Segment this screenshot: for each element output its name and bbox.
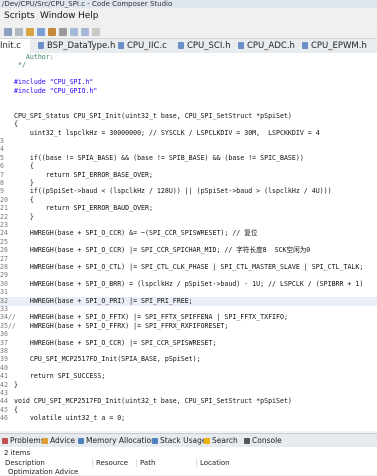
build-icon[interactable] <box>26 28 34 36</box>
new-icon[interactable] <box>4 28 12 36</box>
panel-tab-search[interactable]: Search <box>204 436 238 445</box>
column-location[interactable]: Location <box>196 459 230 467</box>
back-icon[interactable] <box>70 28 78 36</box>
panel-tab-label: Problems <box>10 436 45 445</box>
panel-tab-console[interactable]: Console <box>244 436 282 445</box>
header-file-icon <box>302 42 308 49</box>
search-icon[interactable] <box>59 28 67 36</box>
menu-help[interactable]: Help <box>78 11 99 21</box>
window-title: /Dev/CPU/Src/CPU_SPI.c - Code Composer S… <box>0 0 377 8</box>
header-file-icon <box>178 42 184 49</box>
panel-tab-label: Stack Usage <box>160 436 207 445</box>
dropdown-icon[interactable] <box>92 28 100 36</box>
advice-icon <box>42 438 48 444</box>
panel-tab-label: Advice <box>50 436 76 445</box>
code-editor[interactable]: Author: */#include "CPU_SPI.h" #include "… <box>0 53 377 431</box>
panel-tab-stack-usage[interactable]: Stack Usage <box>152 436 207 445</box>
menu-scripts[interactable]: Scripts <box>4 11 35 21</box>
tab-init-c[interactable]: Init.c <box>0 39 30 53</box>
panel-tab-problems[interactable]: Problems <box>2 436 45 445</box>
editor-tabs: Init.c BSP_DataType.h CPU_IIC.c CPU_SCI.… <box>0 39 377 54</box>
line-number: 46 <box>0 414 8 423</box>
header-file-icon <box>238 42 244 49</box>
tab-bsp-datatype-h[interactable]: BSP_DataType.h <box>38 39 115 53</box>
panel-tab-memory-allocation[interactable]: Memory Allocation <box>78 436 156 445</box>
stack-usage-icon <box>152 438 158 444</box>
line-code: volatile uint32_t a = 0; <box>14 414 126 423</box>
code-line[interactable]: 46 volatile uint32_t a = 0; <box>0 414 377 424</box>
panel-tab-label: Memory Allocation <box>86 436 156 445</box>
problems-icon <box>2 438 8 444</box>
panel-tab-label: Search <box>212 436 238 445</box>
menu-bar: Scripts Window Help <box>0 8 377 26</box>
problems-panel: 2 items Description Resource Path Locati… <box>0 447 377 476</box>
panel-tab-advice[interactable]: Advice <box>42 436 75 445</box>
debug-icon[interactable] <box>37 28 45 36</box>
save-icon[interactable] <box>15 28 23 36</box>
bottom-panel-tabs: Problems Advice Memory Allocation Stack Usa… <box>0 433 377 447</box>
panel-tab-label: Console <box>252 436 282 445</box>
tab-cpu-epwm-h[interactable]: CPU_EPWM.h <box>302 39 374 53</box>
column-description[interactable]: Description <box>2 459 45 467</box>
menu-window[interactable]: Window <box>40 11 76 21</box>
problems-count: 2 items <box>4 449 31 457</box>
tab-cpu-sci-h[interactable]: CPU_SCI.h <box>178 39 232 53</box>
tab-cpu-adc-h[interactable]: CPU_ADC.h <box>238 39 295 53</box>
console-icon <box>244 438 250 444</box>
column-path[interactable]: Path <box>136 459 155 467</box>
search-icon <box>204 438 210 444</box>
tab-cpu-iic-c[interactable]: CPU_IIC.c <box>118 39 170 53</box>
forward-icon[interactable] <box>81 28 89 36</box>
c-file-icon <box>118 42 124 49</box>
toolbar <box>0 26 377 39</box>
column-resource[interactable]: Resource <box>92 459 128 467</box>
memory-allocation-icon <box>78 438 84 444</box>
header-file-icon <box>38 42 44 49</box>
flash-icon[interactable] <box>48 28 56 36</box>
